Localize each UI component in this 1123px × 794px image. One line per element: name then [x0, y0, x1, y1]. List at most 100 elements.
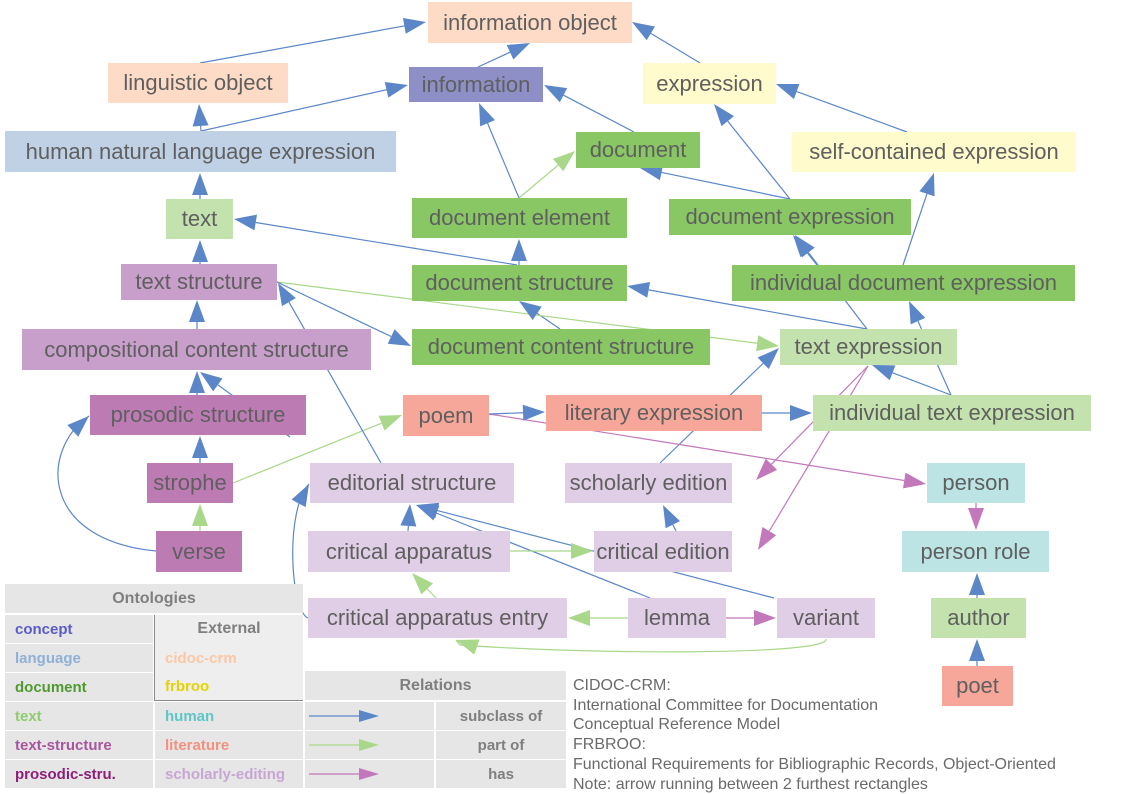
- edge-has-text-expression-to-critical-edition: [768, 365, 869, 532]
- edge-subclass-text-structure-to-text-arrowhead: [192, 240, 208, 262]
- node-author: author: [931, 598, 1026, 638]
- external-title: External: [197, 620, 261, 637]
- edge-subclass-document-content-structure-to-document-structure-arrowhead: [519, 301, 542, 321]
- node-text-structure: text structure: [121, 264, 277, 300]
- edge-subclass-human-natural-language-expression-to-linguistic-object-arrowhead: [192, 104, 209, 127]
- edge-has-poem-to-person-arrowhead: [903, 472, 926, 489]
- has-arrow-icon: [309, 768, 379, 780]
- edge-partof-variant-to-critical-apparatus-entry: [455, 638, 827, 653]
- edge-subclass-document-element-to-information-arrowhead: [479, 103, 495, 127]
- edge-subclass-document-element-to-information: [486, 123, 520, 199]
- node-critical-apparatus: critical apparatus: [308, 531, 510, 572]
- note-line: International Committee for Documentatio…: [573, 696, 879, 714]
- ontologies-title: Ontologies: [5, 584, 303, 613]
- node-strophe: strophe: [147, 463, 233, 503]
- node-person: person: [927, 463, 1025, 503]
- note-line: CIDOC-CRM:: [573, 677, 671, 694]
- edge-subclass-verse-to-prosodic-structure: [57, 415, 157, 552]
- relations-title: Relations: [305, 671, 566, 700]
- edge-partof-verse-to-strophe-arrowhead: [192, 504, 208, 526]
- node-poem: poem: [403, 395, 489, 436]
- relation-subclass-sample: [305, 702, 434, 730]
- note-line: Note: arrow running between 2 furthest r…: [573, 775, 928, 793]
- note-line: Conceptual Reference Model: [573, 716, 781, 734]
- node-information: information: [409, 67, 543, 102]
- node-self-contained-expression: self-contained expression: [792, 132, 1076, 172]
- node-text: text: [166, 199, 233, 239]
- edge-has-person-to-person-role-arrowhead: [968, 508, 984, 530]
- node-document-expression: document expression: [669, 199, 911, 235]
- relation-has-sample: [305, 760, 434, 788]
- node-editorial-structure: editorial structure: [310, 463, 514, 503]
- note-line: Functional Requirements for Bibliographi…: [573, 755, 1056, 773]
- edge-subclass-strophe-to-prosodic-structure-arrowhead: [192, 436, 208, 458]
- legend-language: language: [5, 644, 153, 672]
- node-literary-expression: literary expression: [546, 395, 762, 431]
- node-critical-apparatus-entry: critical apparatus entry: [308, 598, 567, 638]
- edge-partof-critical-apparatus-to-critical-edition-arrowhead: [571, 543, 593, 559]
- node-document-content-structure: document content structure: [412, 329, 710, 365]
- edge-subclass-individual-text-expression-to-individual-document-expression-arrowhead: [909, 301, 926, 325]
- legend-document: document: [5, 673, 153, 701]
- edge-subclass-critical-edition-to-scholarly-edition-arrowhead: [663, 505, 680, 529]
- legend-concept: concept: [5, 615, 153, 643]
- edge-partof-strophe-to-poem-arrowhead: [378, 415, 402, 431]
- edge-subclass-poet-to-author-arrowhead: [969, 639, 985, 661]
- edge-subclass-text-structure-to-document-content-structure-arrowhead: [387, 329, 411, 346]
- edge-subclass-document-to-information-arrowhead: [544, 85, 568, 103]
- edge-subclass-expression-to-information-object: [650, 32, 701, 64]
- edge-has-text-expression-to-critical-edition-arrowhead: [758, 527, 777, 550]
- node-person-role: person role: [902, 531, 1049, 572]
- node-individual-document-expression: individual document expression: [732, 265, 1075, 301]
- node-linguistic-object: linguistic object: [108, 63, 288, 103]
- edge-subclass-editorial-structure-to-text-structure: [288, 301, 382, 464]
- node-scholarly-edition: scholarly edition: [565, 463, 732, 503]
- node-lemma: lemma: [628, 598, 726, 638]
- edge-subclass-editorial-structure-to-compositional-content-structure-arrowhead: [200, 372, 223, 392]
- edge-subclass-document-expression-to-expression-arrowhead: [714, 104, 734, 127]
- edge-subclass-text-to-human-natural-language-expression-arrowhead: [192, 173, 208, 195]
- relation-partof-sample: [305, 731, 434, 759]
- node-document-structure: document structure: [412, 265, 627, 301]
- legend-scholarly-editing: scholarly-editing: [155, 760, 303, 788]
- legend-text: text: [5, 702, 153, 730]
- edge-subclass-compositional-content-structure-to-text-structure-arrowhead: [189, 300, 205, 322]
- edge-subclass-poem-to-literary-expression: [488, 412, 524, 415]
- edge-subclass-self-contained-expression-to-expression: [796, 91, 908, 133]
- edge-subclass-document-structure-to-text-arrowhead: [234, 214, 257, 231]
- edge-subclass-information-to-information-object: [477, 51, 511, 68]
- edge-subclass-information-to-information-object-arrowhead: [506, 43, 530, 60]
- edge-subclass-document-expression-to-expression: [727, 120, 791, 200]
- edge-subclass-individual-document-expression-to-document-expression: [806, 251, 818, 266]
- edge-subclass-critical-apparatus-entry-to-editorial-structure-arrowhead: [291, 484, 309, 508]
- node-compositional-content-structure: compositional content structure: [22, 329, 371, 370]
- node-text-expression: text expression: [780, 329, 957, 365]
- edge-subclass-linguistic-object-to-information-object-arrowhead: [402, 18, 426, 34]
- edge-partof-variant-to-critical-apparatus-entry-arrowhead: [456, 639, 480, 655]
- legend-literature: literature: [155, 731, 303, 759]
- node-document: document: [576, 132, 700, 168]
- edge-subclass-variant-to-editorial-structure-arrowhead: [416, 502, 440, 519]
- legend-human: human: [155, 702, 303, 730]
- edge-has-lemma-to-variant-arrowhead: [754, 610, 776, 626]
- ontologies-legend: Ontologies concept language document tex…: [5, 584, 303, 788]
- edge-subclass-author-to-person-role-arrowhead: [969, 573, 985, 595]
- edge-subclass-expression-to-information-object-arrowhead: [632, 22, 655, 41]
- relation-subclass-label: subclass of: [436, 702, 566, 730]
- node-prosodic-structure: prosodic structure: [90, 395, 306, 435]
- edge-subclass-document-expression-to-document: [661, 171, 791, 200]
- edge-subclass-poem-to-literary-expression-arrowhead: [522, 404, 545, 421]
- legend-text-structure: text-structure: [5, 731, 153, 759]
- partof-arrow-icon: [309, 739, 379, 751]
- edge-subclass-document-structure-to-document-element-arrowhead: [511, 239, 527, 261]
- edge-subclass-literary-expression-to-individual-text-expression-arrowhead: [790, 405, 812, 421]
- edge-subclass-individual-text-expression-to-text-expression-arrowhead: [872, 365, 896, 381]
- legend-frbroo: frbroo: [165, 678, 210, 695]
- node-verse: verse: [156, 531, 242, 572]
- edge-subclass-document-to-information: [563, 94, 635, 133]
- edge-subclass-individual-document-expression-to-self-contained-expression-arrowhead: [919, 173, 935, 197]
- node-expression: expression: [643, 63, 776, 104]
- relations-legend: Relations subclass of part of has: [305, 671, 566, 788]
- subclass-arrow-icon: [309, 710, 379, 722]
- node-variant: variant: [777, 598, 875, 638]
